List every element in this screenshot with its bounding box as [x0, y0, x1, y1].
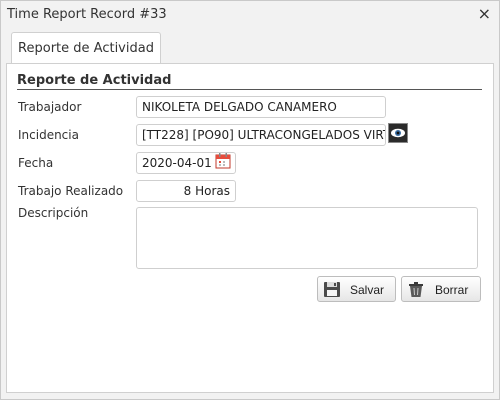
fecha-label: Fecha: [18, 156, 54, 170]
trabajo-realizado-label: Trabajo Realizado: [18, 184, 124, 198]
section-title: Reporte de Actividad: [17, 73, 482, 90]
time-report-window: Time Report Record #33 × Reporte de Acti…: [0, 0, 500, 400]
incidencia-field[interactable]: [TT228] [PO90] ULTRACONGELADOS VIRTUDES …: [136, 124, 386, 146]
save-button-label: Salvar: [350, 283, 385, 297]
delete-button-label: Borrar: [435, 283, 469, 297]
save-button[interactable]: Salvar: [317, 276, 396, 302]
trabajador-field[interactable]: NIKOLETA DELGADO CANAMERO: [136, 96, 386, 118]
floppy-disk-icon: [323, 281, 341, 298]
trash-icon: [407, 281, 425, 298]
trabajador-label: Trabajador: [18, 100, 82, 114]
calendar-icon[interactable]: [214, 152, 232, 170]
eye-icon[interactable]: [388, 123, 408, 143]
incidencia-label: Incidencia: [18, 128, 79, 142]
close-icon[interactable]: ×: [478, 4, 491, 23]
tab-bar: Reporte de Actividad: [6, 29, 494, 63]
window-titlebar: Time Report Record #33 ×: [1, 1, 499, 29]
window-title: Time Report Record #33: [7, 7, 167, 22]
descripcion-label: Descripción: [18, 206, 89, 220]
delete-button[interactable]: Borrar: [401, 276, 481, 302]
tab-reporte-de-actividad[interactable]: Reporte de Actividad: [11, 32, 161, 63]
descripcion-textarea[interactable]: [136, 207, 478, 269]
form-panel: Reporte de Actividad Trabajador NIKOLETA…: [6, 63, 494, 393]
trabajo-realizado-field[interactable]: 8 Horas: [136, 180, 236, 202]
